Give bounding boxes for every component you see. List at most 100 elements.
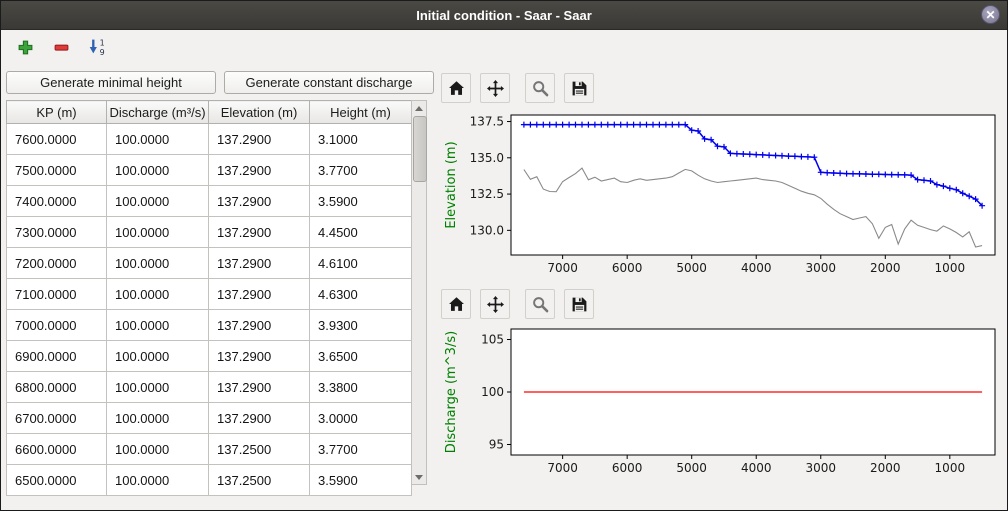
table-row: 7600.0000100.0000137.29003.1000 — [7, 124, 412, 155]
table-cell[interactable]: 3.7700 — [310, 434, 412, 465]
discharge-chart[interactable]: 700060005000400030002000100095100105Disc… — [439, 321, 1003, 483]
table-cell[interactable]: 137.2900 — [209, 248, 310, 279]
table-cell[interactable]: 137.2900 — [209, 124, 310, 155]
remove-icon — [53, 39, 70, 56]
table-cell[interactable]: 100.0000 — [107, 155, 209, 186]
pan-icon — [487, 80, 504, 97]
table-cell[interactable]: 137.2500 — [209, 434, 310, 465]
table-column-header[interactable]: Discharge (m³/s) — [107, 101, 209, 124]
table-cell[interactable]: 7600.0000 — [7, 124, 107, 155]
svg-text:2000: 2000 — [870, 261, 901, 275]
table-cell[interactable]: 137.2900 — [209, 279, 310, 310]
svg-text:3000: 3000 — [805, 461, 836, 475]
home-button[interactable] — [441, 289, 471, 319]
pan-button[interactable] — [480, 289, 510, 319]
table-cell[interactable]: 3.7700 — [310, 155, 412, 186]
table-cell[interactable]: 137.2900 — [209, 310, 310, 341]
table-cell[interactable]: 137.2900 — [209, 341, 310, 372]
svg-text:5000: 5000 — [676, 261, 707, 275]
table-cell[interactable]: 3.0000 — [310, 403, 412, 434]
svg-text:6000: 6000 — [612, 461, 643, 475]
table-cell[interactable]: 137.2900 — [209, 155, 310, 186]
titlebar[interactable]: Initial condition - Saar - Saar ✕ — [1, 1, 1007, 30]
table-cell[interactable]: 6700.0000 — [7, 403, 107, 434]
table-cell[interactable]: 100.0000 — [107, 217, 209, 248]
table-cell[interactable]: 100.0000 — [107, 434, 209, 465]
table-cell[interactable]: 137.2900 — [209, 403, 310, 434]
table-cell[interactable]: 100.0000 — [107, 248, 209, 279]
table-cell[interactable]: 4.6300 — [310, 279, 412, 310]
svg-text:9: 9 — [100, 48, 105, 56]
table-cell[interactable]: 100.0000 — [107, 124, 209, 155]
table-cell[interactable]: 7000.0000 — [7, 310, 107, 341]
svg-text:Elevation (m): Elevation (m) — [444, 141, 459, 228]
table-cell[interactable]: 137.2900 — [209, 186, 310, 217]
svg-text:2000: 2000 — [870, 461, 901, 475]
svg-text:130.0: 130.0 — [470, 223, 504, 237]
generate-minimal-height-button[interactable]: Generate minimal height — [6, 71, 216, 94]
close-icon: ✕ — [985, 9, 995, 21]
table-column-header[interactable]: KP (m) — [7, 101, 107, 124]
table-cell[interactable]: 100.0000 — [107, 279, 209, 310]
table-cell[interactable]: 6900.0000 — [7, 341, 107, 372]
scrollbar-thumb[interactable] — [413, 116, 427, 182]
table-cell[interactable]: 100.0000 — [107, 186, 209, 217]
save-button[interactable] — [564, 73, 594, 103]
sort-button[interactable]: 1 9 — [84, 34, 110, 60]
table-cell[interactable]: 100.0000 — [107, 403, 209, 434]
table-column-header[interactable]: Elevation (m) — [209, 101, 310, 124]
table-cell[interactable]: 7100.0000 — [7, 279, 107, 310]
svg-text:6000: 6000 — [612, 261, 643, 275]
table-body: 7600.0000100.0000137.29003.10007500.0000… — [7, 124, 412, 496]
table-cell[interactable]: 7500.0000 — [7, 155, 107, 186]
table-cell[interactable]: 100.0000 — [107, 310, 209, 341]
home-button[interactable] — [441, 73, 471, 103]
table-cell[interactable]: 3.3800 — [310, 372, 412, 403]
table-cell[interactable]: 7400.0000 — [7, 186, 107, 217]
table-row: 7200.0000100.0000137.29004.6100 — [7, 248, 412, 279]
add-icon — [17, 39, 34, 56]
svg-text:Discharge (m^3/s): Discharge (m^3/s) — [444, 331, 459, 453]
generate-constant-discharge-button[interactable]: Generate constant discharge — [224, 71, 434, 94]
close-button[interactable]: ✕ — [981, 5, 1000, 24]
table-cell[interactable]: 3.1000 — [310, 124, 412, 155]
table-column-header[interactable]: Height (m) — [310, 101, 412, 124]
table-cell[interactable]: 100.0000 — [107, 372, 209, 403]
scroll-up-icon[interactable] — [412, 101, 426, 115]
table-cell[interactable]: 100.0000 — [107, 341, 209, 372]
table-cell[interactable]: 4.6100 — [310, 248, 412, 279]
svg-text:4000: 4000 — [741, 461, 772, 475]
scroll-down-icon[interactable] — [412, 470, 426, 484]
svg-text:4000: 4000 — [741, 261, 772, 275]
table-scrollbar[interactable] — [411, 100, 427, 485]
remove-row-button[interactable] — [48, 34, 74, 60]
save-button[interactable] — [564, 289, 594, 319]
table-cell[interactable]: 6500.0000 — [7, 465, 107, 496]
initial-condition-table: KP (m)Discharge (m³/s)Elevation (m)Heigh… — [6, 100, 412, 496]
sort-icon: 1 9 — [88, 38, 106, 56]
discharge-nav-toolbar — [441, 289, 594, 319]
table-cell[interactable]: 3.6500 — [310, 341, 412, 372]
table-cell[interactable]: 3.9300 — [310, 310, 412, 341]
zoom-button[interactable] — [525, 289, 555, 319]
table-cell[interactable]: 3.5900 — [310, 465, 412, 496]
svg-text:5000: 5000 — [676, 461, 707, 475]
svg-text:7000: 7000 — [547, 461, 578, 475]
table-cell[interactable]: 3.5900 — [310, 186, 412, 217]
table-cell[interactable]: 100.0000 — [107, 465, 209, 496]
table-cell[interactable]: 6800.0000 — [7, 372, 107, 403]
pan-button[interactable] — [480, 73, 510, 103]
table-cell[interactable]: 4.4500 — [310, 217, 412, 248]
home-icon — [448, 80, 465, 97]
pan-icon — [487, 296, 504, 313]
table-cell[interactable]: 7300.0000 — [7, 217, 107, 248]
elevation-chart[interactable]: 7000600050004000300020001000130.0132.513… — [439, 107, 1003, 283]
zoom-button[interactable] — [525, 73, 555, 103]
add-row-button[interactable] — [12, 34, 38, 60]
table-cell[interactable]: 137.2900 — [209, 217, 310, 248]
svg-text:7000: 7000 — [547, 261, 578, 275]
table-cell[interactable]: 6600.0000 — [7, 434, 107, 465]
table-cell[interactable]: 137.2500 — [209, 465, 310, 496]
table-cell[interactable]: 7200.0000 — [7, 248, 107, 279]
table-cell[interactable]: 137.2900 — [209, 372, 310, 403]
